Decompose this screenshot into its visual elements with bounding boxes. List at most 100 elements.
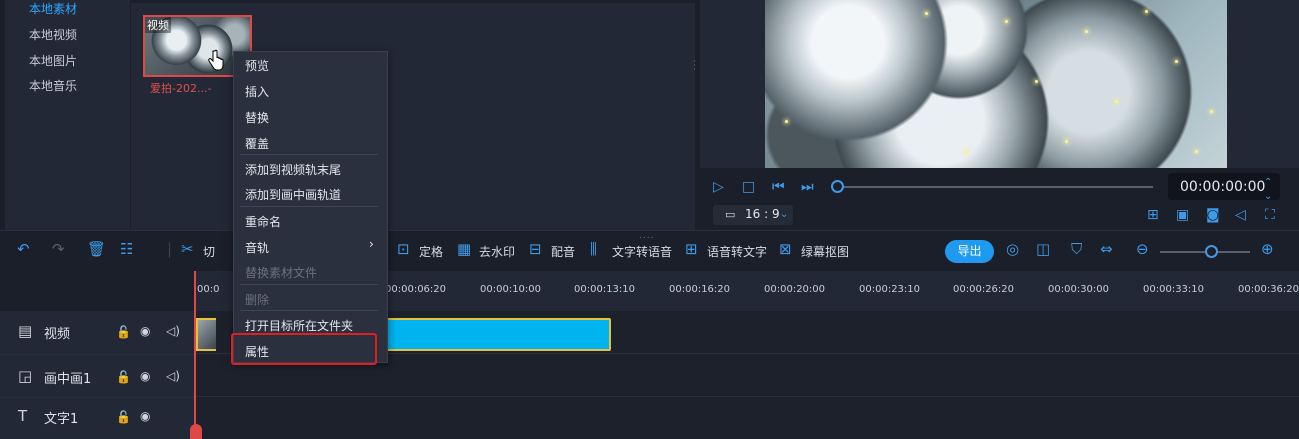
dubbing-icon[interactable]: ⊟: [529, 242, 542, 257]
fullscreen-icon[interactable]: ⛶: [1265, 208, 1275, 222]
split-view-icon[interactable]: ◫: [1036, 242, 1050, 257]
lock-icon[interactable]: 🔓: [116, 325, 131, 339]
ruler-label: 00:00:10:00: [480, 284, 542, 295]
speech-to-text-button[interactable]: 语音转文字: [707, 243, 767, 260]
menu-separator: [240, 284, 378, 285]
timeline-clip-thumbnail[interactable]: [196, 318, 216, 351]
ruler-label: 00:00:23:10: [859, 284, 921, 295]
timecode-display: 00:00:00:00: [1180, 179, 1266, 195]
timeline-video-clip[interactable]: [385, 318, 611, 351]
export-button[interactable]: 导出: [945, 240, 994, 263]
menu-separator: [240, 206, 378, 207]
greenscreen-icon[interactable]: ⊠: [779, 242, 792, 257]
playback-progress-knob[interactable]: [831, 180, 844, 193]
media-nav: 本地素材 本地视频 本地图片 本地音乐: [5, 0, 131, 230]
lock-icon[interactable]: 🔓: [116, 410, 131, 424]
nav-item-local-video[interactable]: 本地视频: [29, 26, 77, 43]
ruler-label: 00:00:06:20: [385, 284, 447, 295]
chevron-down-icon: ⌄: [780, 209, 789, 220]
speaker-icon[interactable]: ◁): [166, 324, 180, 338]
track-name: 画中画1: [44, 372, 92, 387]
ruler-label: 00:00:33:10: [1143, 284, 1205, 295]
playback-progress-track[interactable]: [838, 186, 1153, 188]
track-divider: [0, 354, 195, 355]
prev-frame-icon[interactable]: ⏮: [772, 180, 785, 194]
zoom-in-icon[interactable]: ⊕: [1261, 242, 1274, 257]
eye-icon[interactable]: ◉: [140, 369, 150, 383]
properties-highlight-box: [231, 333, 377, 365]
ruler-label: 00:00:26:20: [953, 284, 1015, 295]
undo-icon[interactable]: ↶: [17, 242, 30, 257]
media-clip-type-tag: 视频: [145, 17, 171, 33]
redo-icon[interactable]: ↷: [52, 242, 65, 257]
ruler-label: 00:00:13:10: [574, 284, 636, 295]
track-name: 视频: [44, 327, 71, 342]
menu-item-replace-source-file[interactable]: 替换素材文件: [245, 264, 317, 281]
greenscreen-button[interactable]: 绿幕抠图: [801, 243, 849, 260]
timecode-stepper-icon[interactable]: ⌃ ⌄: [1264, 176, 1272, 204]
menu-item-rename[interactable]: 重命名: [245, 213, 281, 230]
eye-icon[interactable]: ◉: [140, 324, 150, 338]
toolbar-divider: |: [167, 240, 173, 258]
media-clip-name[interactable]: 爱拍-202...-: [150, 80, 211, 96]
ruler-label: 00:0: [197, 284, 220, 295]
menu-item-overwrite[interactable]: 覆盖: [245, 135, 269, 152]
ruler-label: 00:00:20:00: [764, 284, 826, 295]
film-icon: ▤: [18, 322, 33, 340]
tts-icon[interactable]: ⫼: [590, 242, 597, 257]
track-name: 文字1: [44, 412, 79, 427]
ruler-label: 00:00:16:20: [669, 284, 731, 295]
lock-icon[interactable]: 🔓: [116, 370, 131, 384]
marker-icon[interactable]: ⛉: [1071, 242, 1082, 257]
eye-icon[interactable]: ◉: [140, 409, 150, 423]
menu-item-open-folder[interactable]: 打开目标所在文件夹: [245, 317, 353, 334]
panel-resize-handle[interactable]: · · ·: [693, 58, 697, 75]
freeze-button[interactable]: 定格: [419, 243, 443, 260]
menu-separator: [240, 310, 378, 311]
menu-item-insert[interactable]: 插入: [245, 83, 269, 100]
palette-icon[interactable]: ◎: [1006, 242, 1019, 257]
cut-label[interactable]: 切: [203, 243, 215, 260]
track-text[interactable]: [195, 397, 1299, 439]
dubbing-button[interactable]: 配音: [551, 243, 575, 260]
track-divider: [0, 397, 195, 398]
freeze-icon[interactable]: ⊡: [397, 242, 410, 257]
zoom-slider-knob[interactable]: [1205, 245, 1218, 258]
snapshot-settings-icon[interactable]: ▣: [1176, 208, 1189, 222]
delete-icon[interactable]: 🗑: [87, 242, 106, 257]
cut-icon[interactable]: ✂: [181, 242, 194, 257]
next-frame-icon[interactable]: ⏭: [801, 180, 814, 194]
grid-divider: [131, 0, 695, 3]
volume-icon[interactable]: ◁: [1235, 208, 1246, 222]
menu-item-add-to-video-track-end[interactable]: 添加到视频轨末尾: [245, 161, 341, 178]
watermark-icon[interactable]: ▦: [457, 242, 471, 257]
nav-item-local-image[interactable]: 本地图片: [29, 52, 77, 69]
monitor-icon: ▭: [725, 208, 736, 221]
stt-icon[interactable]: ⊞: [685, 242, 698, 257]
menu-item-add-to-pip-track[interactable]: 添加到画中画轨道: [245, 186, 341, 203]
zoom-out-icon[interactable]: ⊖: [1136, 242, 1149, 257]
menu-separator: [240, 154, 378, 155]
camera-icon[interactable]: ◙: [1206, 208, 1220, 222]
nav-item-local-music[interactable]: 本地音乐: [29, 77, 77, 94]
fit-timeline-icon[interactable]: ⇔: [1100, 242, 1113, 257]
menu-item-preview[interactable]: 预览: [245, 57, 269, 74]
menu-item-replace[interactable]: 替换: [245, 109, 269, 126]
playhead-handle[interactable]: [190, 424, 202, 439]
adjust-icon[interactable]: ☷: [120, 242, 133, 257]
playhead[interactable]: [194, 271, 196, 439]
menu-item-audio-track[interactable]: 音轨: [245, 239, 269, 256]
text-to-speech-button[interactable]: 文字转语音: [612, 243, 672, 260]
pip-icon: ◲: [18, 367, 33, 385]
layout-icon[interactable]: ⊞: [1147, 208, 1159, 222]
text-icon: T: [18, 407, 28, 425]
remove-watermark-button[interactable]: 去水印: [479, 243, 515, 260]
speaker-icon[interactable]: ◁): [166, 369, 180, 383]
stop-icon[interactable]: □: [742, 180, 755, 194]
aspect-ratio-value: 16 : 9: [745, 207, 780, 221]
ruler-label: 00:00:36:20: [1238, 284, 1299, 295]
play-icon[interactable]: ▷: [713, 180, 724, 194]
menu-item-delete[interactable]: 删除: [245, 291, 269, 308]
splitter-handle[interactable]: ....: [639, 231, 654, 241]
nav-item-local-all[interactable]: 本地素材: [29, 0, 77, 17]
